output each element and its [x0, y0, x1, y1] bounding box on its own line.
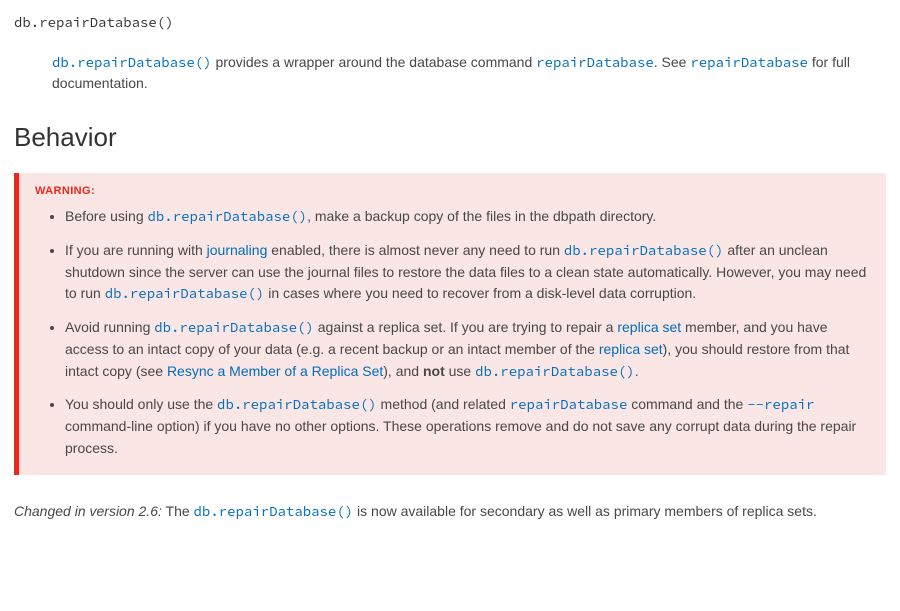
repairdatabase-method-link[interactable]: db.repairDatabase() — [52, 53, 212, 71]
w2-t1: If you are running with — [65, 242, 207, 258]
w4-t1: You should only use the — [65, 396, 217, 412]
w2-method-link-2[interactable]: db.repairDatabase() — [105, 284, 265, 302]
repairdatabase-command-link-1[interactable]: repairDatabase — [536, 53, 654, 71]
desc-text-1: provides a wrapper around the database c… — [212, 54, 537, 70]
w3-t7: . — [635, 363, 639, 379]
w4-command-link[interactable]: repairDatabase — [510, 395, 628, 413]
warning-admonition: WARNING: Before using db.repairDatabase(… — [14, 173, 886, 475]
w4-method-link-1[interactable]: db.repairDatabase() — [217, 395, 377, 413]
warning-item-3: Avoid running db.repairDatabase() agains… — [65, 317, 870, 382]
vc-method-link[interactable]: db.repairDatabase() — [194, 502, 354, 520]
w3-t2: against a replica set. If you are trying… — [314, 319, 618, 335]
warning-title: WARNING: — [35, 183, 870, 200]
w3-method-link-1[interactable]: db.repairDatabase() — [154, 318, 314, 336]
repairdatabase-command-link-2[interactable]: repairDatabase — [690, 53, 808, 71]
w2-method-link-1[interactable]: db.repairDatabase() — [564, 241, 724, 259]
vc-t2: is now available for secondary as well a… — [353, 503, 817, 519]
w4-t4: command-line option) if you have no othe… — [65, 418, 856, 456]
w4-t3: command and the — [627, 396, 747, 412]
w1-t1: Before using — [65, 208, 148, 224]
warning-item-2: If you are running with journaling enabl… — [65, 240, 870, 305]
w2-t2: enabled, there is almost never any need … — [267, 242, 564, 258]
replica-set-link-2[interactable]: replica set — [599, 341, 663, 357]
method-signature: db.repairDatabase() — [14, 12, 886, 34]
w3-t6: use — [445, 363, 475, 379]
w3-t5: ), and — [383, 363, 423, 379]
version-changed-label: Changed in version 2.6: — [14, 503, 162, 519]
w1-method-link[interactable]: db.repairDatabase() — [148, 207, 308, 225]
method-description: db.repairDatabase() provides a wrapper a… — [52, 52, 886, 95]
w3-method-link-2[interactable]: db.repairDatabase() — [475, 362, 635, 380]
w3-t1: Avoid running — [65, 319, 154, 335]
w4-t2: method (and related — [377, 396, 510, 412]
resync-member-link[interactable]: Resync a Member of a Replica Set — [167, 363, 383, 379]
desc-text-2: . See — [654, 54, 691, 70]
w1-t2: , make a backup copy of the files in the… — [307, 208, 656, 224]
warning-list: Before using db.repairDatabase(), make a… — [35, 206, 870, 459]
repair-option-link[interactable]: --repair — [747, 395, 814, 413]
warning-item-4: You should only use the db.repairDatabas… — [65, 394, 870, 459]
w2-t4: in cases where you need to recover from … — [264, 285, 696, 301]
version-changed-note: Changed in version 2.6: The db.repairDat… — [14, 501, 886, 523]
behavior-heading: Behavior — [14, 117, 886, 157]
w3-not-emphasis: not — [423, 363, 445, 379]
replica-set-link-1[interactable]: replica set — [617, 319, 681, 335]
warning-item-1: Before using db.repairDatabase(), make a… — [65, 206, 870, 228]
journaling-link[interactable]: journaling — [207, 242, 268, 258]
vc-t1: The — [162, 503, 194, 519]
